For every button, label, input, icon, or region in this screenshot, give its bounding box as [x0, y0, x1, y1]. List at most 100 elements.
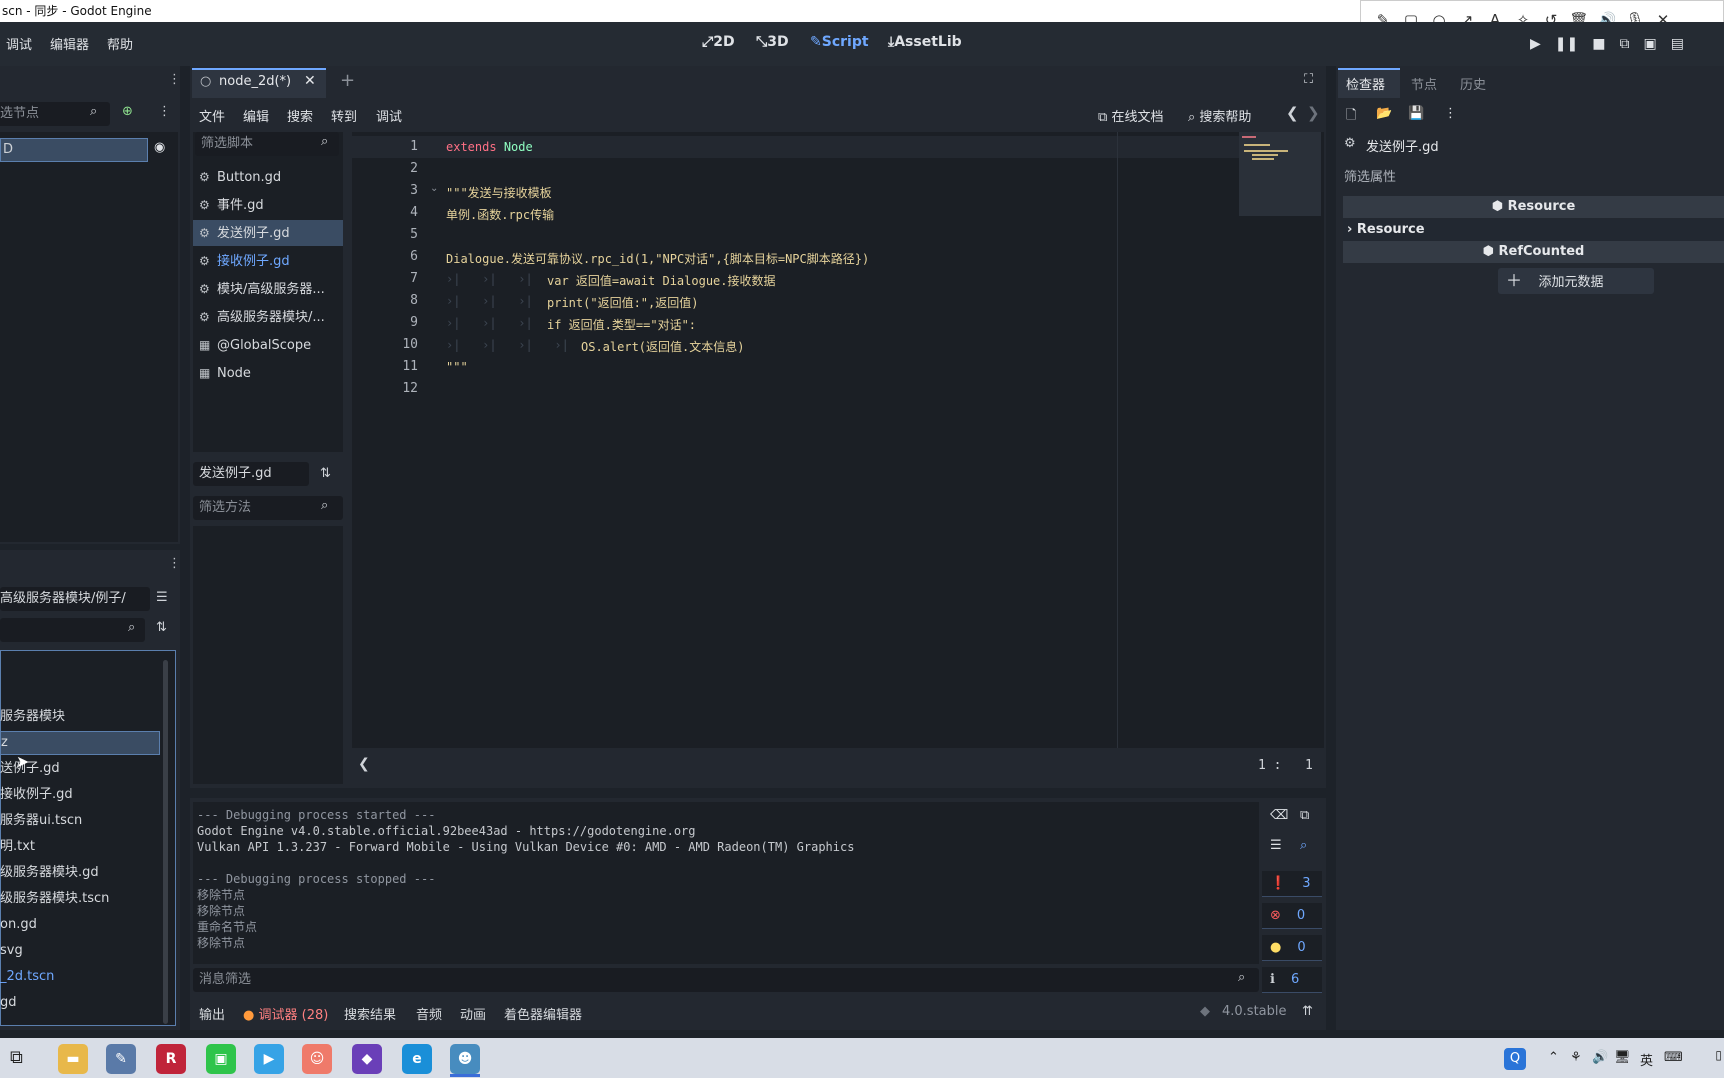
play-icon[interactable]: ▶ [1530, 36, 1541, 52]
script-filter-input[interactable]: 筛选脚本 [195, 132, 339, 156]
rider-icon[interactable]: R [156, 1044, 186, 1074]
filter-errors-button[interactable]: ⊗ 0 [1262, 903, 1322, 929]
list-item[interactable]: ▦ Node [193, 360, 343, 386]
message-filter-input[interactable]: 消息筛选 [193, 968, 1259, 992]
list-item[interactable]: ⚙ 模块/高级服务器... [193, 276, 343, 302]
list-item[interactable]: ⚙ Button.gd [193, 164, 343, 190]
edited-resource-name[interactable]: 发送例子.gd [1366, 136, 1439, 155]
file-explorer-icon[interactable]: ▬ [58, 1044, 88, 1074]
list-item[interactable]: ⚙ 接收例子.gd [193, 248, 343, 274]
tab-search-results[interactable]: 搜索结果 [344, 1004, 396, 1023]
close-icon[interactable]: ✕ [304, 73, 316, 89]
code-editor[interactable] [352, 132, 1324, 748]
script-menu-goto[interactable]: 转到 [331, 106, 357, 125]
clear-output-icon[interactable]: ⌫ [1270, 808, 1288, 823]
add-tab-icon[interactable]: + [340, 70, 355, 91]
tab-node[interactable]: 节点 [1411, 74, 1437, 93]
input-method-label[interactable]: 英 [1640, 1050, 1653, 1069]
script-menu-edit[interactable]: 编辑 [243, 106, 269, 125]
tab-history[interactable]: 历史 [1460, 74, 1486, 93]
list-item[interactable]: ▦ @GlobalScope [193, 332, 343, 358]
tab-audio[interactable]: 音频 [416, 1004, 442, 1023]
stop-icon[interactable]: ■ [1592, 36, 1605, 52]
list-item-open-scene[interactable]: _2d.tscn [0, 964, 160, 990]
network-icon[interactable]: 🖥 [1614, 1050, 1631, 1065]
workspace-3d[interactable]: ⤡3D [756, 34, 789, 50]
list-item[interactable]: 服务器ui.tscn [0, 808, 160, 834]
list-item[interactable]: svg [0, 938, 160, 964]
filter-info-button[interactable]: ℹ6 [1262, 967, 1322, 993]
scene-tree-selected-node[interactable]: D [0, 138, 148, 162]
chat-app-icon[interactable]: ☺ [302, 1044, 332, 1074]
qq-tray-icon[interactable]: Q [1504, 1048, 1526, 1070]
tab-animation[interactable]: 动画 [460, 1004, 486, 1023]
save-resource-icon[interactable]: 💾 [1408, 106, 1424, 121]
list-item[interactable]: 明.txt [0, 834, 160, 860]
list-item-selected[interactable]: ⚙ 发送例子.gd [193, 220, 343, 246]
obsidian-icon[interactable]: ◆ [352, 1044, 382, 1074]
more-icon[interactable]: ⋮ [158, 104, 171, 119]
speaker-icon[interactable]: 🔊 [1592, 1050, 1608, 1065]
workspace-2d[interactable]: ⤢2D [702, 34, 735, 50]
more-icon[interactable]: ⋮ [1444, 106, 1457, 121]
fs-filter-input[interactable] [0, 618, 145, 642]
add-metadata-button[interactable]: ＋ 添加元数据 [1498, 268, 1654, 294]
tab-shader-editor[interactable]: 着色器编辑器 [504, 1004, 582, 1023]
list-item[interactable]: 级服务器模块.gd [0, 860, 160, 886]
load-resource-icon[interactable]: 📂 [1376, 106, 1392, 121]
copy-icon[interactable]: ⧉ [1300, 808, 1309, 823]
toggle-script-panel-icon[interactable]: ❮ [358, 756, 370, 772]
dock-menu-icon[interactable]: ⋮ [168, 556, 181, 571]
edge-browser-icon[interactable]: e [402, 1044, 432, 1074]
tab-inspector[interactable]: 检查器 [1346, 74, 1385, 93]
script-menu-file[interactable]: 文件 [199, 106, 225, 125]
godot-icon[interactable]: ☻ [450, 1044, 480, 1074]
remote-debug-icon[interactable]: ⧉ [1619, 36, 1629, 52]
menu-editor[interactable]: 编辑器 [50, 34, 89, 53]
filter-warnings-button[interactable]: ● 0 [1262, 935, 1322, 961]
pause-icon[interactable]: ❚❚ [1555, 36, 1578, 52]
visibility-eye-icon[interactable]: ◉ [154, 140, 165, 155]
play-custom-icon[interactable]: ▤ [1671, 36, 1684, 52]
play-scene-icon[interactable]: ▣ [1643, 36, 1656, 52]
list-item[interactable]: 级服务器模块.tscn [0, 886, 160, 912]
workspace-assetlib[interactable]: ⤓AssetLib [888, 34, 962, 50]
property-filter-input[interactable]: 筛选属性 [1344, 166, 1396, 185]
filter-messages-button[interactable]: ❗ 3 [1262, 871, 1322, 897]
menu-help[interactable]: 帮助 [107, 34, 133, 53]
search-icon[interactable]: ⌕ [1300, 838, 1307, 853]
list-item[interactable]: ⚙ 事件.gd [193, 192, 343, 218]
script-menu-debug[interactable]: 调试 [376, 106, 402, 125]
search-help-button[interactable]: ⌕ 搜索帮助 [1188, 106, 1251, 125]
task-view-icon[interactable]: ⧉ [10, 1047, 23, 1068]
prev-script-icon[interactable]: ❮ [1286, 104, 1299, 122]
list-item[interactable]: 接收例子.gd [0, 782, 160, 808]
fold-arrow-icon[interactable]: ⌄ [430, 183, 438, 194]
workspace-script[interactable]: ✎Script [810, 34, 869, 50]
menu-debug[interactable]: 调试 [6, 34, 32, 53]
fs-path-field[interactable]: 高级服务器模块/例子/ [0, 587, 150, 611]
list-item[interactable]: ⚙ 高级服务器模块/... [193, 304, 343, 330]
media-player-icon[interactable]: ▶ [254, 1044, 284, 1074]
terminal-icon[interactable]: ▣ [206, 1044, 236, 1074]
new-resource-icon[interactable]: 🗋 [1346, 106, 1356, 128]
section-resource[interactable]: › Resource [1343, 219, 1724, 241]
sort-icon[interactable]: ⇅ [320, 466, 331, 481]
pin-panel-icon[interactable]: ⇈ [1302, 1004, 1313, 1019]
list-item[interactable]: gd [0, 990, 160, 1016]
list-item[interactable]: 服务器模块 [0, 704, 160, 730]
tab-debugger[interactable]: ● 调试器 (28) [243, 1004, 328, 1023]
list-item[interactable]: on.gd [0, 912, 160, 938]
instance-scene-icon[interactable]: ⊕ [122, 104, 133, 119]
distraction-free-icon[interactable]: ⛶ [1304, 72, 1313, 87]
sort-icon[interactable]: ⇅ [156, 620, 167, 635]
dock-menu-icon[interactable]: ⋮ [168, 72, 181, 87]
online-docs-link[interactable]: ⧉ 在线文档 [1098, 106, 1163, 125]
collapse-icon[interactable]: ☰ [1270, 838, 1282, 853]
next-script-icon[interactable]: ❯ [1307, 104, 1320, 122]
tab-output[interactable]: 输出 [199, 1004, 225, 1023]
fs-scrollbar[interactable] [163, 660, 168, 1024]
notepad-icon[interactable]: ✎ [106, 1044, 136, 1074]
clock[interactable]: ▯ [1674, 1048, 1722, 1062]
script-menu-search[interactable]: 搜索 [287, 106, 313, 125]
